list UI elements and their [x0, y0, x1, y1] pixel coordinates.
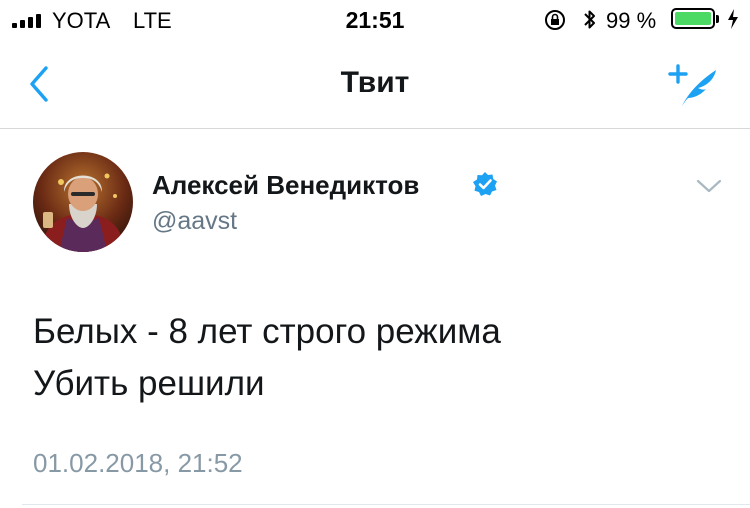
battery-level	[675, 12, 711, 25]
battery-percent: 99 %	[606, 8, 657, 33]
tweet-text: Белых - 8 лет строго режима Убить решили	[33, 306, 501, 410]
verified-badge-icon	[473, 172, 497, 196]
author-name[interactable]: Алексей Венедиктов	[152, 170, 419, 201]
battery-tip	[716, 15, 719, 23]
compose-tweet-button[interactable]	[664, 60, 724, 110]
charging-icon	[728, 9, 738, 29]
tweet-line: Убить решили	[33, 364, 265, 403]
avatar[interactable]	[33, 152, 133, 252]
nav-bar: Твит	[0, 40, 750, 129]
tweet-timestamp: 01.02.2018, 21:52	[33, 448, 243, 478]
compose-tweet-icon	[668, 64, 716, 106]
tweet-line: Белых - 8 лет строго режима	[33, 312, 501, 351]
author-handle[interactable]: @aavst	[152, 207, 237, 236]
bluetooth-icon	[584, 10, 595, 29]
battery-icon	[671, 8, 715, 29]
chevron-down-icon	[696, 179, 722, 193]
tweet-options-button[interactable]	[694, 174, 724, 196]
orientation-lock-icon	[545, 10, 565, 30]
page-title: Твит	[340, 66, 410, 99]
divider	[22, 504, 750, 505]
status-bar: YOTA LTE 21:51 99 %	[0, 0, 750, 40]
author-photo	[33, 152, 133, 252]
